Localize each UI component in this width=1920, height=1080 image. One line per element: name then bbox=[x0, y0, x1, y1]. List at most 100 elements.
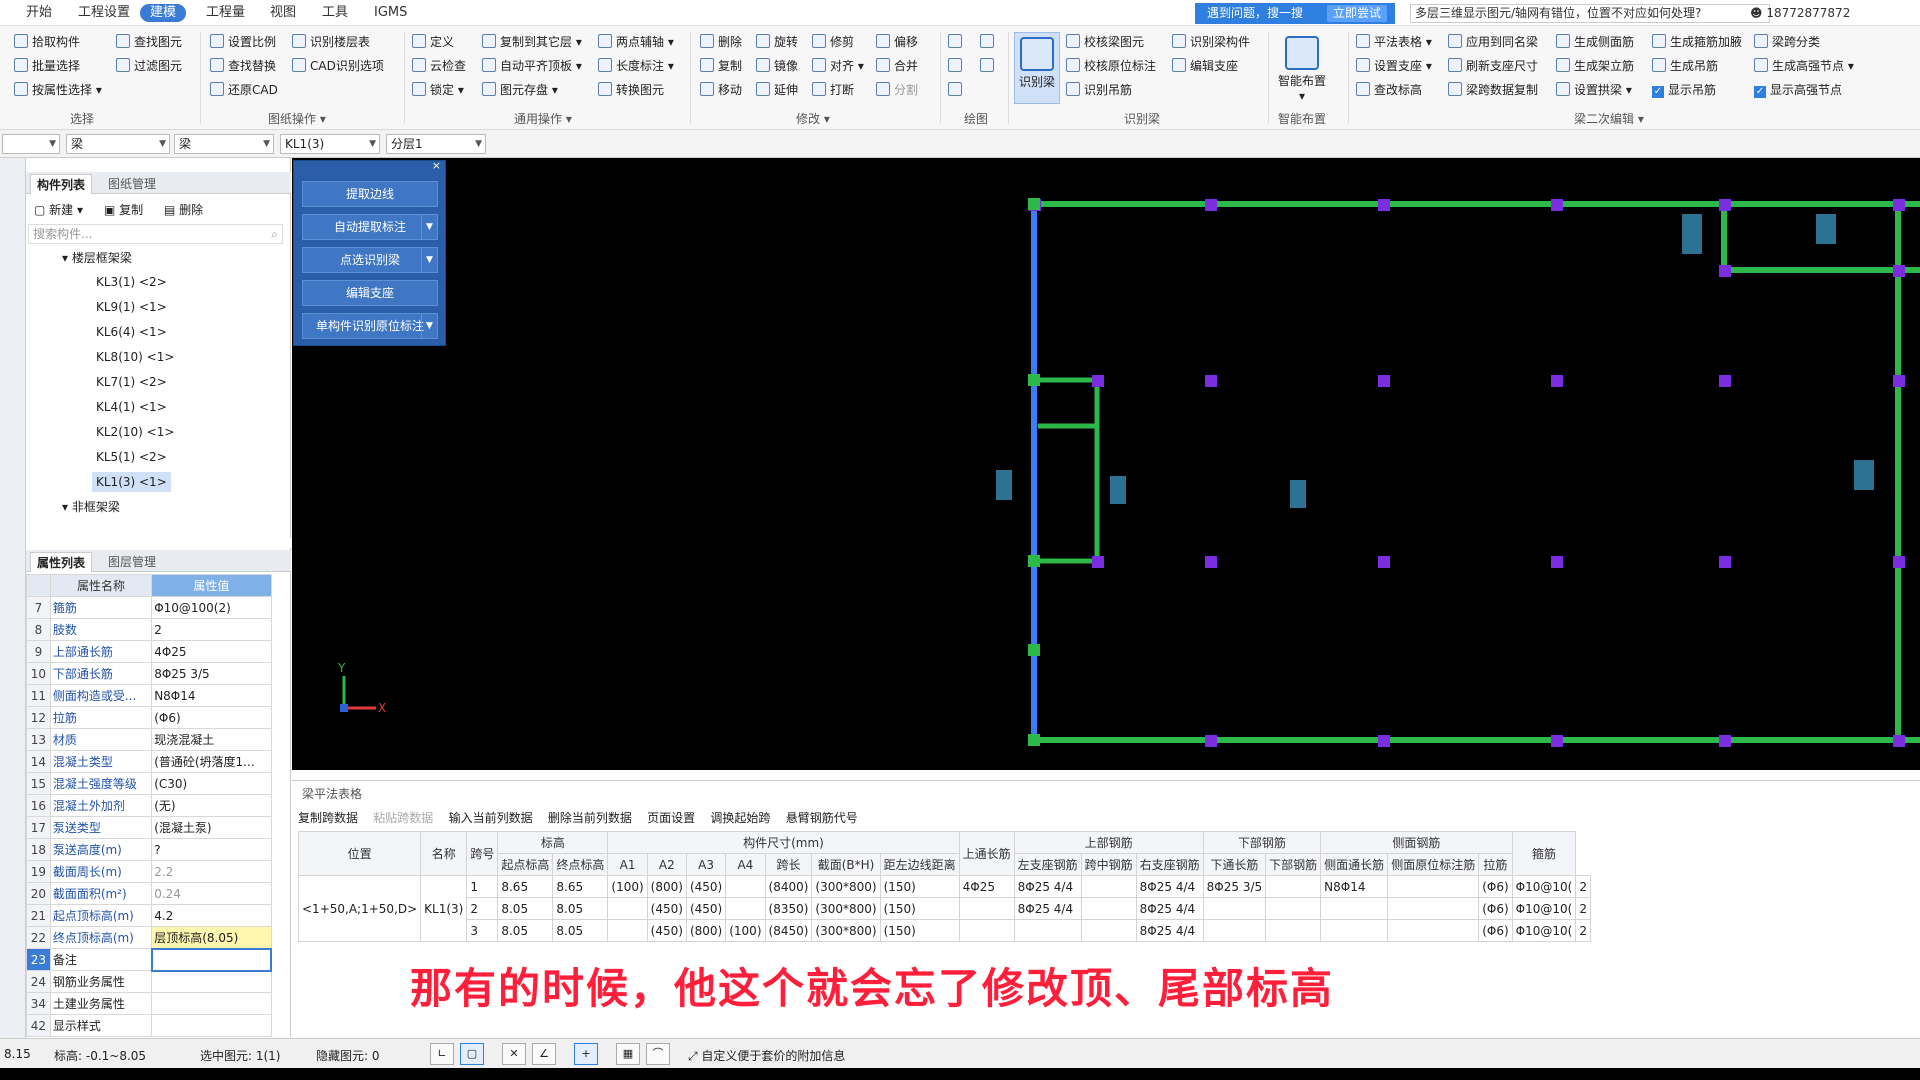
smart-layout-button[interactable]: 智能布置 ▾ bbox=[1274, 32, 1330, 104]
mirror-button[interactable]: 镜像 bbox=[756, 56, 798, 76]
draw-point-button[interactable] bbox=[948, 32, 966, 52]
table-cell[interactable] bbox=[1202, 919, 1267, 942]
table-cell[interactable] bbox=[1265, 897, 1322, 920]
property-value[interactable]: 0.24 bbox=[151, 882, 272, 905]
property-row[interactable]: 34 土建业务属性 bbox=[26, 992, 272, 1015]
table-cell[interactable]: 2 bbox=[1575, 919, 1591, 942]
table-cell[interactable] bbox=[607, 919, 648, 942]
apply-same-name-button[interactable]: 应用到同名梁 bbox=[1448, 32, 1538, 52]
table-cell[interactable]: 3 bbox=[466, 919, 499, 942]
table-cell[interactable] bbox=[1080, 919, 1137, 942]
menu-igms[interactable]: IGMS bbox=[370, 4, 411, 22]
column-node[interactable] bbox=[1205, 556, 1217, 568]
property-row[interactable]: 24 钢筋业务属性 bbox=[26, 970, 272, 993]
tab-property-list[interactable]: 属性列表 bbox=[30, 552, 93, 572]
menu-start[interactable]: 开始 bbox=[22, 4, 56, 22]
column-node[interactable] bbox=[1719, 375, 1731, 387]
property-value[interactable]: 层顶标高(8.05) bbox=[151, 926, 272, 949]
table-cell[interactable]: (Φ6) bbox=[1478, 919, 1513, 942]
check-elevation-button[interactable]: 查改标高 bbox=[1356, 80, 1422, 100]
tree-group-frame-beam[interactable]: ▾ 楼层框架梁 bbox=[62, 248, 132, 268]
close-icon[interactable]: × bbox=[432, 159, 441, 172]
column-node[interactable] bbox=[1551, 199, 1563, 211]
curve-toggle-button[interactable]: ⌒ bbox=[646, 1043, 670, 1065]
property-row[interactable]: 19 截面周长(m) 2.2 bbox=[26, 860, 272, 883]
convert-element-button[interactable]: 转换图元 bbox=[598, 80, 664, 100]
page-setup-button[interactable]: 页面设置 bbox=[647, 811, 695, 825]
table-cell[interactable]: Φ10@10( bbox=[1511, 875, 1577, 898]
table-cell[interactable]: (300*800) bbox=[811, 919, 881, 942]
component-select[interactable]: KL1(3) ▼ bbox=[280, 134, 380, 154]
tree-item[interactable]: KL7(1) <2> bbox=[96, 372, 167, 392]
table-cell[interactable]: (800) bbox=[646, 875, 687, 898]
table-row[interactable]: <1+50,A;1+50,D> KL1(3) 1 8.65 8.65 (100) (800)… bbox=[297, 875, 1591, 942]
delete-button[interactable]: 删除 bbox=[700, 32, 742, 52]
column-node[interactable] bbox=[1551, 735, 1563, 747]
property-row[interactable]: 10 下部通长筋 8Φ25 3/5 bbox=[26, 662, 272, 685]
property-row[interactable]: 18 泵送高度(m)? bbox=[26, 838, 272, 861]
table-cell[interactable]: 2 bbox=[1575, 897, 1591, 920]
draw-circle-button[interactable] bbox=[980, 32, 998, 52]
property-value[interactable] bbox=[150, 947, 273, 972]
property-value[interactable] bbox=[151, 992, 272, 1015]
table-cell[interactable]: (150) bbox=[879, 897, 960, 920]
property-row[interactable]: 42 显示样式 bbox=[26, 1014, 272, 1037]
table-cell[interactable] bbox=[958, 919, 1015, 942]
property-value[interactable]: 现浇混凝土 bbox=[151, 728, 272, 751]
column-node[interactable] bbox=[1893, 735, 1905, 747]
property-row[interactable]: 8 肢数 2 bbox=[26, 618, 272, 641]
menu-modeling[interactable]: 建模 bbox=[140, 4, 187, 22]
table-cell[interactable] bbox=[1265, 875, 1322, 898]
table-cell[interactable]: (8400) bbox=[764, 875, 813, 898]
property-row[interactable]: 17 泵送类型 (混凝土泵) bbox=[26, 816, 272, 839]
column-node[interactable] bbox=[1092, 375, 1104, 387]
trim-button[interactable]: 修剪 bbox=[812, 32, 854, 52]
align-button[interactable]: 对齐 ▾ bbox=[812, 56, 864, 76]
auto-align-slab-button[interactable]: 自动平齐顶板 ▾ bbox=[482, 56, 582, 76]
edit-support-button[interactable]: 编辑支座 bbox=[1172, 56, 1238, 76]
merge-button[interactable]: 合并 bbox=[876, 56, 918, 76]
cad-recognize-options-button[interactable]: CAD识别选项 bbox=[292, 56, 384, 76]
pick-component-button[interactable]: 拾取构件 bbox=[14, 32, 80, 52]
table-cell[interactable]: (300*800) bbox=[811, 875, 881, 898]
property-value[interactable] bbox=[151, 970, 272, 993]
column-node[interactable] bbox=[1205, 199, 1217, 211]
table-cell[interactable]: 8Φ25 4/4 bbox=[1013, 875, 1082, 898]
property-row[interactable]: 12 拉筋 (Φ6) bbox=[26, 706, 272, 729]
offset-button[interactable]: 偏移 bbox=[876, 32, 918, 52]
gen-hanger-button[interactable]: 生成吊筋 bbox=[1652, 56, 1718, 76]
dropdown-icon[interactable]: ▼ bbox=[421, 215, 437, 239]
tree-item[interactable]: KL4(1) <1> bbox=[96, 397, 167, 417]
point-recognize-beam-button[interactable]: 点选识别梁 ▼ bbox=[302, 247, 438, 273]
property-value[interactable] bbox=[151, 1014, 272, 1037]
select-by-attribute-button[interactable]: 按属性选择 ▾ bbox=[14, 80, 102, 100]
table-cell[interactable]: <1+50,A;1+50,D> bbox=[297, 875, 422, 942]
table-cell[interactable]: 8.65 bbox=[552, 875, 609, 898]
table-cell[interactable] bbox=[1320, 919, 1389, 942]
table-cell[interactable]: (450) bbox=[646, 897, 687, 920]
support-point[interactable] bbox=[1028, 555, 1040, 567]
angle-toggle-button[interactable]: ∠ bbox=[532, 1043, 556, 1065]
dropdown-icon[interactable]: ▼ bbox=[421, 248, 437, 272]
set-scale-button[interactable]: 设置比例 bbox=[210, 32, 276, 52]
column-node[interactable] bbox=[1719, 199, 1731, 211]
two-point-axis-button[interactable]: 两点辅轴 ▾ bbox=[598, 32, 674, 52]
new-component-button[interactable]: ▢ 新建 ▾ bbox=[34, 200, 83, 220]
lock-button[interactable]: 锁定 ▾ bbox=[412, 80, 464, 100]
tab-component-list[interactable]: 构件列表 bbox=[30, 174, 93, 194]
tree-item[interactable]: KL5(1) <2> bbox=[96, 447, 167, 467]
table-cell[interactable] bbox=[607, 897, 648, 920]
batch-select-button[interactable]: 批量选择 bbox=[14, 56, 80, 76]
table-row[interactable]: 2 8.05 8.05 (450) (450) (8350) (300*800) (150) 8… bbox=[299, 897, 1591, 920]
table-cell[interactable] bbox=[1202, 897, 1267, 920]
user-account[interactable]: ☻ 18772877872 bbox=[1750, 4, 1850, 23]
table-cell[interactable]: (450) bbox=[685, 897, 727, 920]
delete-column-data-button[interactable]: 删除当前列数据 bbox=[548, 811, 632, 825]
extract-edge-button[interactable]: 提取边线 bbox=[302, 181, 438, 207]
help-search-input[interactable]: 多层三维显示图元/轴网有错位，位置不对应如何处理? bbox=[1410, 4, 1770, 23]
column-node[interactable] bbox=[1205, 375, 1217, 387]
property-value[interactable]: (混凝土泵) bbox=[151, 816, 272, 839]
gen-high-strength-node-button[interactable]: 生成高强节点 ▾ bbox=[1754, 56, 1854, 76]
split-button[interactable]: 分割 bbox=[876, 80, 918, 100]
table-cell[interactable]: N8Φ14 bbox=[1320, 875, 1389, 898]
